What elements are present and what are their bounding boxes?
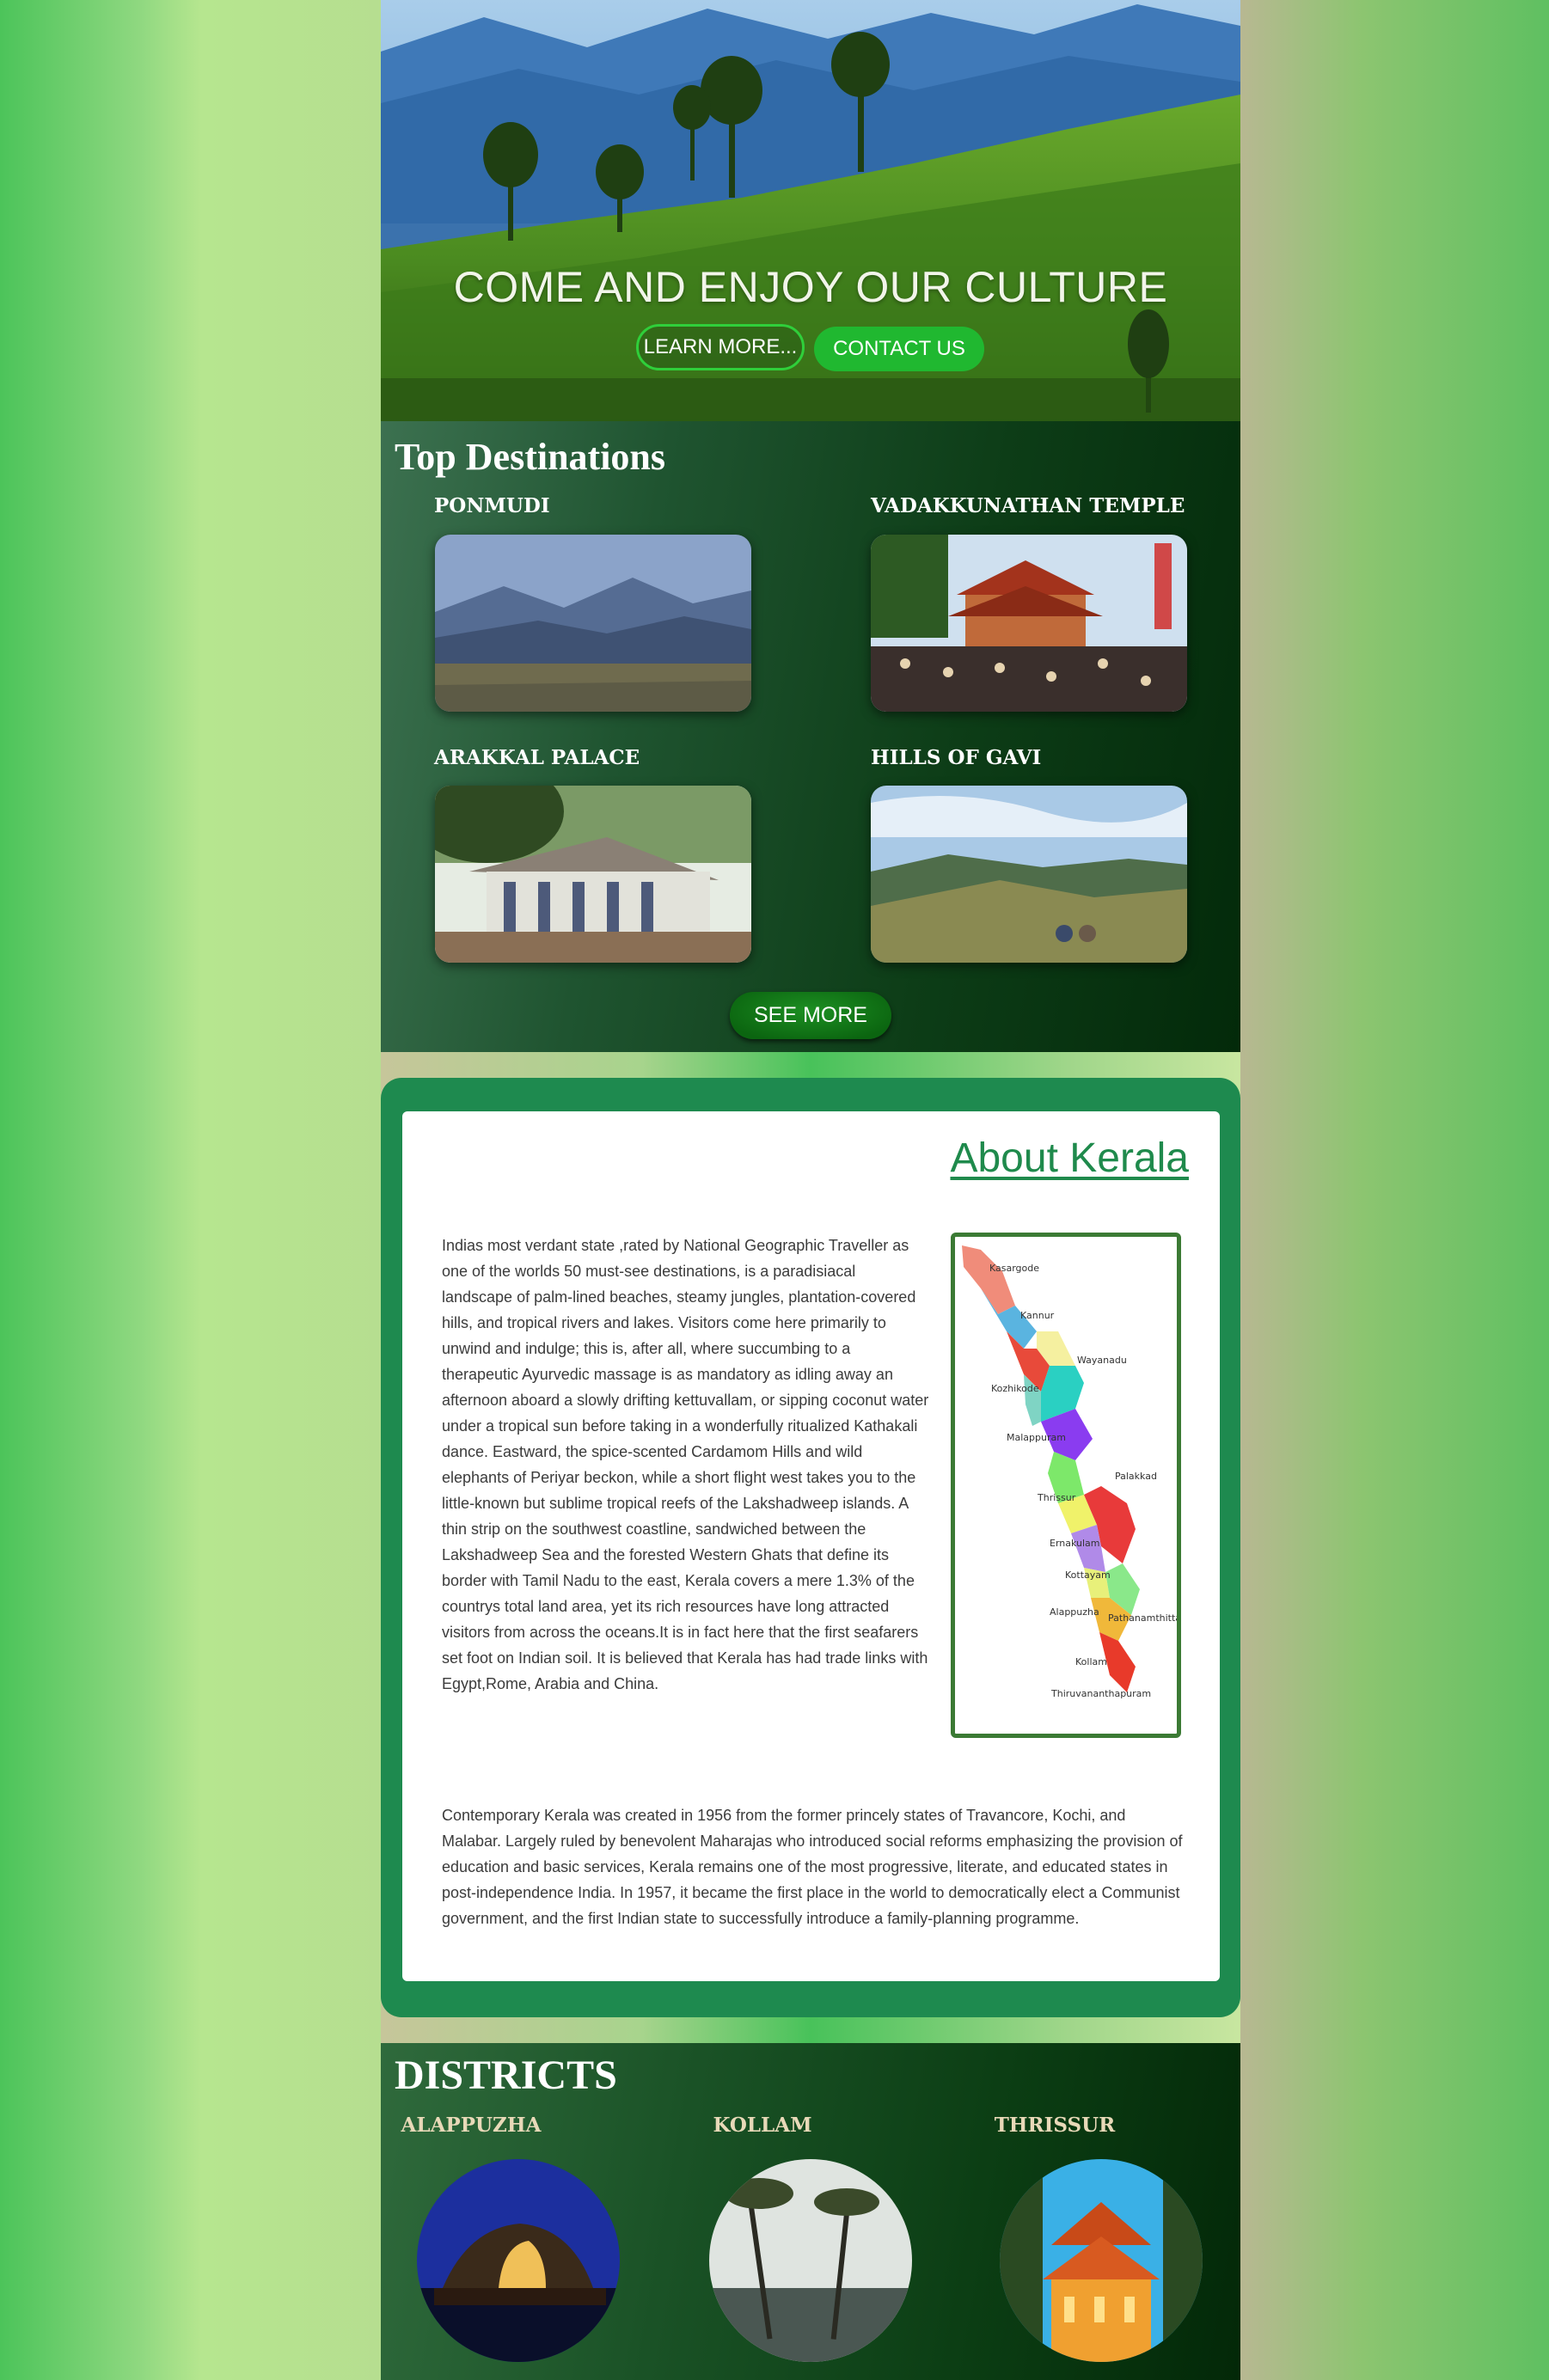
districts-section: DISTRICTS ALAPPUZHA KOLLAM THRISSUR	[381, 2043, 1240, 2380]
map-label-kollam: Kollam	[1075, 1656, 1107, 1667]
map-label-pathanamthitta: Pathanamthitta	[1108, 1612, 1181, 1624]
map-label-thiruvananthapuram: Thiruvananthapuram	[1051, 1688, 1152, 1699]
kerala-map-image	[962, 1245, 1140, 1692]
destination-image-hills-of-gavi[interactable]	[871, 786, 1187, 963]
map-label-ernakulam: Ernakulam	[1050, 1538, 1100, 1549]
district-image-kollam[interactable]	[709, 2159, 912, 2362]
district-image-thrissur[interactable]	[1000, 2159, 1203, 2362]
destination-label-hills-of-gavi: HILLS OF GAVI	[871, 746, 1042, 769]
about-paragraph-2: Contemporary Kerala was created in 1956 …	[442, 1807, 1183, 1927]
kerala-district-map: Kasargode Kannur Wayanadu Kozhikode Mala…	[951, 1233, 1181, 1738]
contact-us-button[interactable]: CONTACT US	[814, 327, 984, 371]
learn-more-button[interactable]: LEARN MORE...	[636, 324, 805, 370]
district-label-alappuzha: ALAPPUZHA	[401, 2114, 542, 2137]
districts-title: DISTRICTS	[395, 2053, 617, 2098]
map-label-malappuram: Malappuram	[1007, 1432, 1066, 1443]
destination-label-ponmudi: PONMUDI	[434, 494, 550, 517]
district-image-alappuzha[interactable]	[417, 2159, 620, 2362]
destination-image-ponmudi[interactable]	[435, 535, 751, 712]
map-label-kozhikode: Kozhikode	[991, 1383, 1039, 1394]
map-label-kottayam: Kottayam	[1065, 1569, 1111, 1581]
map-label-kannur: Kannur	[1020, 1310, 1055, 1321]
see-more-button[interactable]: SEE MORE	[730, 992, 891, 1039]
destination-label-arakkal-palace: ARAKKAL PALACE	[434, 746, 640, 769]
map-label-palakkad: Palakkad	[1115, 1471, 1157, 1482]
destination-image-arakkal-palace[interactable]	[435, 786, 751, 963]
district-label-thrissur: THRISSUR	[994, 2114, 1116, 2137]
map-label-thrissur: Thrissur	[1038, 1492, 1076, 1503]
destination-image-vadakkunathan-temple[interactable]	[871, 535, 1187, 712]
map-label-kasargode: Kasargode	[989, 1263, 1040, 1274]
hero-landscape-image	[381, 0, 1240, 421]
about-kerala-title[interactable]: About Kerala	[950, 1135, 1189, 1182]
top-destinations-section: Top Destinations PONMUDI VADAKKUNATHAN T…	[381, 421, 1240, 1052]
page: COME AND ENJOY OUR CULTURE LEARN MORE...…	[381, 0, 1240, 2380]
map-label-wayanadu: Wayanadu	[1077, 1355, 1127, 1366]
top-destinations-title: Top Destinations	[395, 436, 666, 478]
destination-label-vadakkunathan-temple: VADAKKUNATHAN TEMPLE	[871, 494, 1185, 517]
hero-title: COME AND ENJOY OUR CULTURE	[453, 263, 1168, 311]
about-paragraph-1: Indias most verdant state ,rated by Nati…	[442, 1237, 929, 1692]
hero-banner: COME AND ENJOY OUR CULTURE LEARN MORE...…	[381, 0, 1240, 421]
map-label-alappuzha: Alappuzha	[1050, 1606, 1099, 1618]
district-label-kollam: KOLLAM	[713, 2114, 812, 2137]
